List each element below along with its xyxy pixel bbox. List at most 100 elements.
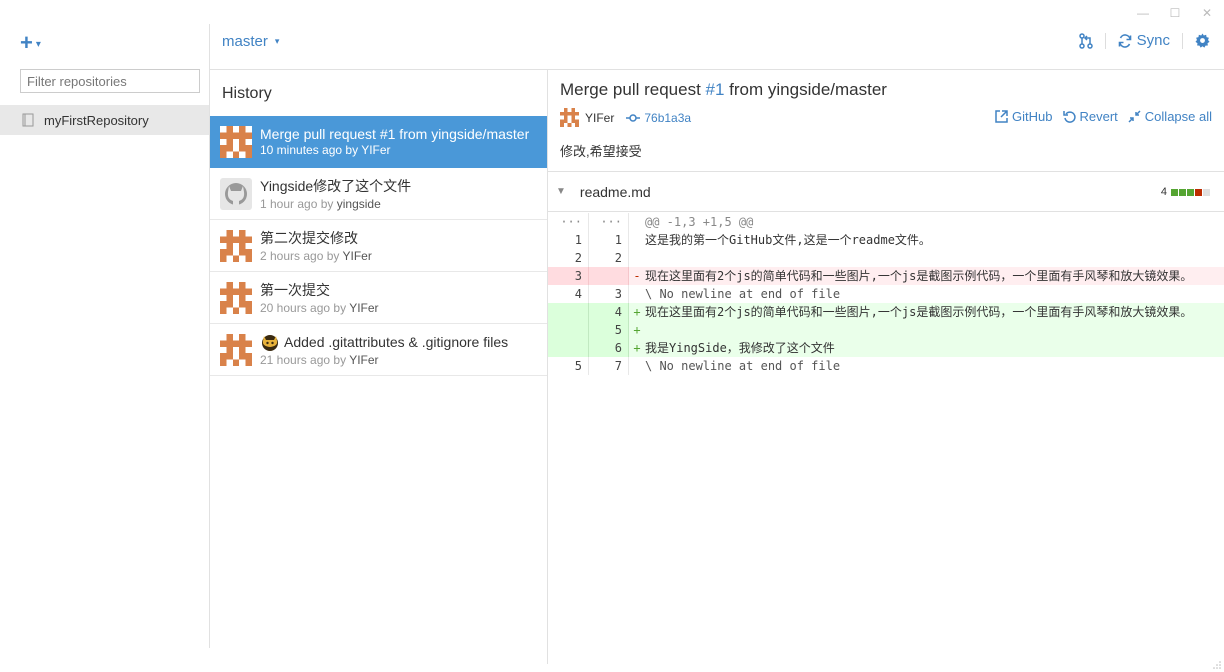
filter-repositories-input[interactable] — [20, 69, 200, 93]
gear-icon[interactable] — [1195, 33, 1210, 48]
pull-request-icon[interactable] — [1078, 32, 1093, 49]
diff-sign — [629, 213, 645, 231]
branch-selector[interactable]: master ▾ — [222, 33, 279, 50]
diff-code: 现在这里面有2个js的简单代码和一些图片,一个js是截图示例代码，一个里面有手风… — [645, 305, 1193, 319]
new-line-number: 4 — [589, 303, 629, 321]
toolbar-right: Sync — [1078, 32, 1210, 49]
diff-line-added: 5 + — [548, 321, 1224, 339]
old-line-number: 4 — [548, 285, 589, 303]
plus-icon: + — [20, 30, 33, 55]
repository-sidebar: + ▾ myFirstRepository — [0, 24, 209, 672]
close-button[interactable]: ✕ — [1198, 4, 1216, 22]
identicon-avatar — [560, 108, 579, 127]
diff-code: 现在这里面有2个js的简单代码和一些图片,一个js是截图示例代码，一个里面有手风… — [645, 269, 1193, 283]
diff-view: ··· ··· @@ -1,3 +1,5 @@ 1 1 这是我的第一个GitHu… — [548, 213, 1224, 375]
commit-message: Merge pull request #1 from yingside/mast… — [260, 126, 530, 142]
diff-sign: + — [633, 305, 641, 319]
identicon-avatar — [220, 333, 252, 366]
commit-item[interactable]: Merge pull request #1 from yingside/mast… — [210, 116, 547, 168]
commit-description: 修改,希望接受 — [560, 144, 642, 159]
change-count: 4 — [1160, 186, 1167, 198]
diff-line: 1 1 这是我的第一个GitHub文件,这是一个readme文件。 — [548, 231, 1224, 249]
commit-title: Merge pull request #1 from yingside/mast… — [560, 80, 887, 100]
diff-sign: + — [633, 323, 641, 337]
revert-button[interactable]: Revert — [1062, 109, 1118, 124]
diff-stats: 4 — [1161, 186, 1210, 198]
identicon-avatar — [220, 125, 252, 158]
collapse-all-label: Collapse all — [1144, 109, 1212, 124]
commit-icon — [626, 113, 641, 122]
caret-down-icon: ▾ — [274, 36, 280, 46]
collapse-caret-icon[interactable]: ▼ — [556, 186, 566, 197]
history-title: History — [222, 85, 272, 102]
identicon-avatar — [220, 229, 252, 262]
diff-code: 这是我的第一个GitHub文件,这是一个readme文件。 — [645, 233, 931, 247]
stat-block — [1187, 188, 1194, 196]
diff-hunk-header: ··· ··· @@ -1,3 +1,5 @@ — [548, 213, 1224, 231]
old-line-number: 3 — [548, 267, 589, 285]
commit-time: 21 hours ago by — [260, 353, 347, 367]
commit-sha-link[interactable]: 76b1a3a — [626, 111, 691, 125]
commit-message: 第二次提交修改 — [260, 230, 358, 246]
commit-item[interactable]: 第二次提交修改 2 hours ago by YIFer — [210, 220, 547, 272]
diff-code: @@ -1,3 +1,5 @@ — [645, 215, 754, 229]
new-line-number: 3 — [589, 285, 629, 303]
commit-time: 2 hours ago by — [260, 249, 340, 263]
commit-meta: 2 hours ago by YIFer — [260, 249, 372, 263]
old-line-number: 2 — [548, 249, 589, 267]
toolbar-separator — [1182, 32, 1183, 49]
collapse-all-button[interactable]: Collapse all — [1128, 109, 1212, 124]
old-line-number — [548, 321, 589, 339]
old-line-number: 1 — [548, 231, 589, 249]
new-line-number: 6 — [589, 339, 629, 357]
file-header[interactable]: ▼ readme.md 4 — [548, 172, 1224, 212]
commit-meta: 21 hours ago by YIFer — [260, 353, 508, 367]
commit-list: Merge pull request #1 from yingside/mast… — [210, 116, 547, 376]
caret-down-icon: ▾ — [35, 38, 41, 50]
repo-item[interactable]: myFirstRepository — [0, 105, 209, 135]
commit-author: yingside — [336, 197, 381, 211]
commit-item[interactable]: 第一次提交 20 hours ago by YIFer — [210, 272, 547, 324]
resize-grip-icon[interactable] — [1212, 660, 1222, 670]
diff-line-deleted: 3 - 现在这里面有2个js的简单代码和一些图片,一个js是截图示例代码，一个里… — [548, 267, 1224, 285]
diff-line: 5 7 \ No newline at end of file — [548, 357, 1224, 375]
commit-author: YIFer — [361, 143, 391, 157]
commit-time: 20 hours ago by — [260, 301, 347, 315]
new-line-number: 7 — [589, 357, 629, 375]
commit-item[interactable]: Added .gitattributes & .gitignore files … — [210, 324, 547, 376]
commit-time: 1 hour ago by — [260, 197, 334, 211]
repo-book-icon — [22, 113, 34, 127]
pull-request-link[interactable]: #1 — [706, 80, 725, 99]
diff-code — [645, 321, 1224, 339]
stat-block — [1171, 188, 1178, 196]
sync-label: Sync — [1136, 32, 1170, 49]
diff-sign — [629, 357, 645, 375]
diff-code: \ No newline at end of file — [645, 359, 841, 373]
new-line-number: 5 — [589, 321, 629, 339]
diff-line-added: 6 + 我是YingSide，我修改了这个文件 — [548, 339, 1224, 357]
commit-author: YIFer — [349, 353, 379, 367]
revert-label: Revert — [1079, 109, 1118, 124]
new-line-number — [589, 267, 629, 285]
revert-icon — [1062, 111, 1076, 123]
sync-icon — [1118, 33, 1131, 48]
commit-time: 10 minutes ago by — [260, 143, 359, 157]
commit-item[interactable]: Yingside修改了这个文件 1 hour ago by yingside — [210, 168, 547, 220]
commit-author: YIFer — [342, 249, 372, 263]
repo-name: myFirstRepository — [44, 112, 149, 128]
commit-message: Yingside修改了这个文件 — [260, 178, 412, 194]
old-line-number: ··· — [548, 213, 589, 231]
diff-code — [645, 249, 1224, 267]
add-repository-button[interactable]: + ▾ — [20, 30, 41, 55]
view-on-github-button[interactable]: GitHub — [995, 109, 1053, 124]
identicon-avatar — [220, 281, 252, 314]
maximize-button[interactable]: ☐ — [1166, 4, 1184, 22]
minimize-button[interactable]: — — [1134, 4, 1152, 22]
commit-title-suffix: from yingside/master — [724, 80, 887, 99]
sync-button[interactable]: Sync — [1118, 32, 1170, 49]
new-line-number: 1 — [589, 231, 629, 249]
commit-meta: 10 minutes ago by YIFer — [260, 143, 529, 157]
diff-code: \ No newline at end of file — [645, 287, 841, 301]
diff-sign — [629, 231, 645, 249]
old-line-number: 5 — [548, 357, 589, 375]
